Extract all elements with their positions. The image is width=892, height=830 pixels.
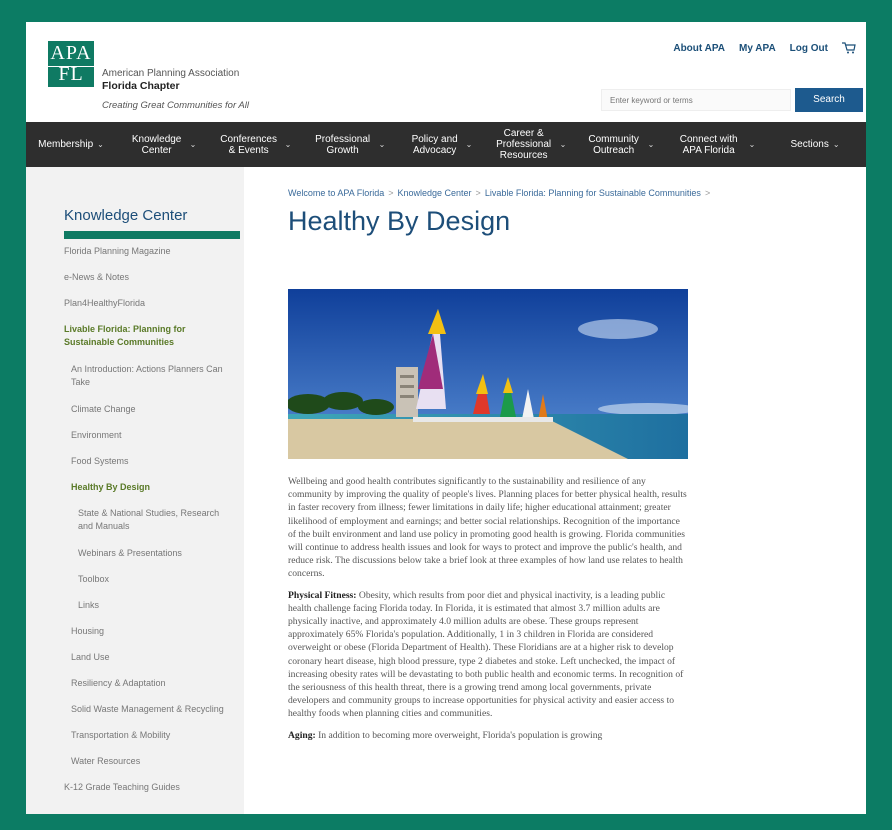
- breadcrumb-separator: >: [704, 188, 711, 198]
- sidebar-item-livable-florida[interactable]: Livable Florida: Planning for Sustainabl…: [64, 323, 224, 349]
- sidebar-item-solid-waste[interactable]: Solid Waste Management & Recycling: [71, 703, 232, 716]
- logo-divider: [48, 66, 94, 67]
- sidebar-item-toolbox[interactable]: Toolbox: [78, 573, 117, 586]
- my-apa-link[interactable]: My APA: [739, 43, 776, 54]
- breadcrumb: Welcome to APA Florida > Knowledge Center >…: [288, 188, 714, 198]
- sidebar-item-food-systems[interactable]: Food Systems: [71, 455, 137, 468]
- breadcrumb-knowledge-center[interactable]: Knowledge Center: [397, 188, 471, 198]
- chevron-down-icon: ⌄: [97, 140, 104, 149]
- sidebar-title[interactable]: Knowledge Center: [64, 207, 187, 224]
- nav-membership[interactable]: Membership ⌄: [26, 122, 116, 167]
- breadcrumb-livable-florida[interactable]: Livable Florida: Planning for Sustainabl…: [485, 188, 701, 198]
- main-nav: Membership ⌄ Knowledge Center ⌄ Conference…: [26, 122, 866, 167]
- chevron-down-icon: ⌄: [465, 140, 473, 149]
- breadcrumb-separator: >: [388, 188, 394, 198]
- nav-label: Connect with APA Florida: [679, 133, 738, 156]
- aging-paragraph: Aging: In addition to becoming more over…: [288, 729, 688, 742]
- nav-conferences[interactable]: Conferences & Events ⌄: [208, 122, 300, 167]
- aging-label: Aging:: [288, 729, 316, 741]
- sidebar-item-plan4healthy[interactable]: Plan4HealthyFlorida: [64, 297, 153, 310]
- search-input[interactable]: [601, 89, 791, 111]
- physical-fitness-text: Obesity, which results from poor diet an…: [288, 589, 684, 720]
- logo-text-bottom: FL: [58, 63, 84, 85]
- sidebar-item-florida-planning-magazine[interactable]: Florida Planning Magazine: [64, 245, 179, 258]
- chevron-down-icon: ⌄: [748, 140, 756, 149]
- nav-label: Professional Growth: [315, 133, 371, 156]
- nav-connect[interactable]: Connect with APA Florida ⌄: [664, 122, 764, 167]
- log-out-link[interactable]: Log Out: [790, 43, 828, 54]
- about-apa-link[interactable]: About APA: [673, 43, 725, 54]
- chevron-down-icon: ⌄: [378, 140, 386, 149]
- chevron-down-icon: ⌄: [189, 140, 197, 149]
- sidebar-item-housing[interactable]: Housing: [71, 625, 112, 638]
- chevron-down-icon: ⌄: [559, 140, 567, 149]
- sidebar-item-links[interactable]: Links: [78, 599, 107, 612]
- sidebar-item-environment[interactable]: Environment: [71, 429, 130, 442]
- physical-fitness-label: Physical Fitness:: [288, 589, 357, 601]
- chevron-down-icon: ⌄: [832, 140, 840, 149]
- nav-policy-advocacy[interactable]: Policy and Advocacy ⌄: [396, 122, 484, 167]
- sidebar-item-healthy-by-design[interactable]: Healthy By Design: [71, 481, 158, 494]
- sidebar-item-studies[interactable]: State & National Studies, Research and M…: [78, 507, 238, 533]
- sidebar-item-water-resources[interactable]: Water Resources: [71, 755, 148, 768]
- page-frame: APA FL American Planning Association Flo…: [26, 22, 866, 814]
- nav-label: Sections: [790, 139, 829, 150]
- sidebar-item-transportation[interactable]: Transportation & Mobility: [71, 729, 178, 742]
- utility-links: About APA My APA Log Out: [673, 42, 856, 54]
- sidebar-item-climate-change[interactable]: Climate Change: [71, 403, 144, 416]
- nav-label: Conferences & Events: [220, 133, 277, 156]
- site-header: APA FL American Planning Association Flo…: [26, 22, 866, 122]
- sidebar-accent-bar: [64, 231, 240, 239]
- nav-sections[interactable]: Sections ⌄: [764, 122, 866, 167]
- breadcrumb-home[interactable]: Welcome to APA Florida: [288, 188, 384, 198]
- cart-icon[interactable]: [842, 42, 856, 54]
- chapter-name: Florida Chapter: [102, 80, 180, 92]
- article-body: Wellbeing and good health contributes si…: [288, 475, 688, 750]
- aging-text: In addition to becoming more overweight,…: [315, 729, 603, 741]
- sidebar-item-webinars[interactable]: Webinars & Presentations: [78, 547, 190, 560]
- physical-fitness-paragraph: Physical Fitness: Obesity, which results…: [288, 589, 688, 721]
- tagline: Creating Great Communities for All: [102, 100, 249, 111]
- intro-paragraph: Wellbeing and good health contributes si…: [288, 476, 687, 580]
- nav-career-resources[interactable]: Career & Professional Resources ⌄: [484, 122, 574, 167]
- logo-text-top: APA: [50, 42, 92, 64]
- sidebar: Knowledge Center Florida Planning Magazi…: [26, 167, 244, 814]
- nav-label: Career & Professional Resources: [496, 128, 552, 161]
- sidebar-item-introduction[interactable]: An Introduction: Actions Planners Can Ta…: [71, 363, 231, 389]
- nav-label: Knowledge Center: [131, 133, 182, 156]
- nav-community-outreach[interactable]: Community Outreach ⌄: [574, 122, 664, 167]
- beach-sailboats-image: [288, 289, 688, 459]
- sidebar-item-resiliency[interactable]: Resiliency & Adaptation: [71, 677, 174, 690]
- chevron-down-icon: ⌄: [647, 140, 655, 149]
- apa-logo[interactable]: APA FL: [48, 41, 94, 87]
- sidebar-item-k12[interactable]: K-12 Grade Teaching Guides: [64, 781, 188, 794]
- nav-label: Policy and Advocacy: [411, 133, 458, 156]
- nav-professional-growth[interactable]: Professional Growth ⌄: [300, 122, 396, 167]
- nav-knowledge-center[interactable]: Knowledge Center ⌄: [116, 122, 208, 167]
- search-button[interactable]: Search: [795, 88, 863, 112]
- org-name: American Planning Association: [102, 68, 240, 79]
- chevron-down-icon: ⌄: [284, 140, 292, 149]
- sidebar-item-land-use[interactable]: Land Use: [71, 651, 118, 664]
- sidebar-item-enews[interactable]: e-News & Notes: [64, 271, 137, 284]
- nav-label: Membership: [38, 139, 94, 150]
- breadcrumb-separator: >: [475, 188, 481, 198]
- page-title: Healthy By Design: [288, 206, 511, 236]
- nav-label: Community Outreach: [588, 133, 639, 156]
